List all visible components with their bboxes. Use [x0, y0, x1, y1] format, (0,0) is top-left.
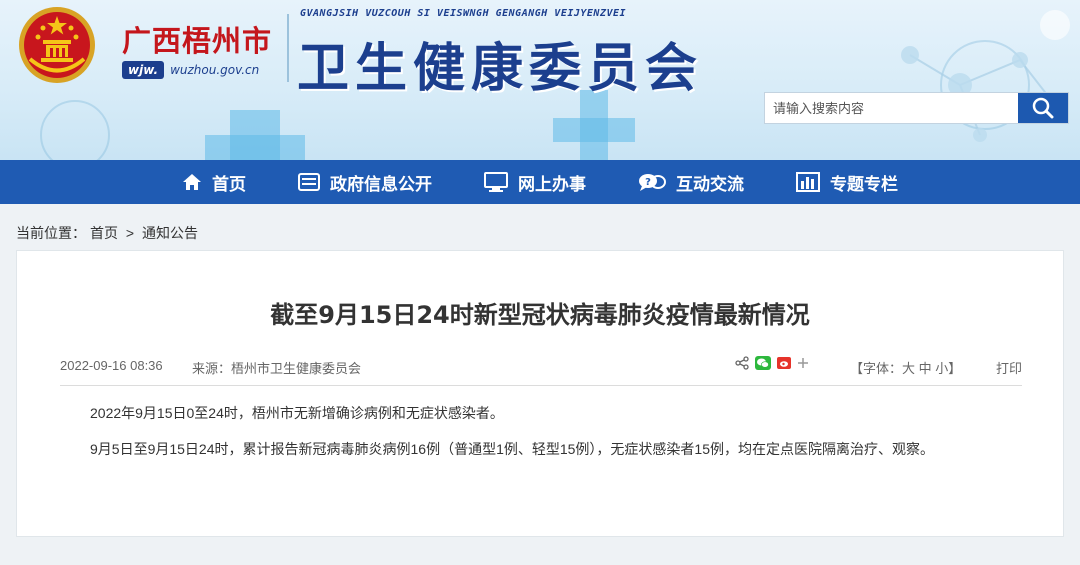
- nav-item-home[interactable]: 首页: [182, 170, 246, 195]
- font-size-switcher[interactable]: 【字体：大 中 小】: [850, 358, 961, 377]
- decor-cross: [553, 118, 635, 142]
- zhuang-org-name: GVANGJSIH VUZCOUH SI VEISWNGH GENGANGH V…: [300, 8, 627, 19]
- breadcrumb-home-link[interactable]: 首页: [90, 225, 118, 241]
- article-body: 2022年9月15日0至24时，梧州市无新增确诊病例和无症状感染者。 9月5日至…: [90, 403, 1030, 475]
- main-nav: 首页 政府信息公开 网上办事 ? 互动交流 专题专栏: [0, 160, 1080, 204]
- wechat-icon[interactable]: [755, 356, 771, 370]
- city-name: 广西梧州市: [122, 24, 273, 58]
- national-emblem-icon: [19, 7, 95, 83]
- breadcrumb-current-link[interactable]: 通知公告: [142, 225, 198, 241]
- home-icon: [183, 174, 201, 190]
- info-box-icon: [298, 173, 320, 191]
- chat-icon: ?: [639, 174, 666, 191]
- site-header: 广西梧州市 wjw. wuzhou.gov.cn GVANGJSIH VUZCO…: [0, 0, 1080, 160]
- nav-item-interaction[interactable]: ? 互动交流: [638, 170, 744, 195]
- nav-item-label: 网上办事: [518, 174, 586, 195]
- site-url-domain: wuzhou.gov.cn: [170, 63, 260, 77]
- article-meta: 2022-09-16 08:36 来源：梧州市卫生健康委员会 【字体：大 中 小…: [60, 356, 1022, 386]
- print-button[interactable]: 打印: [996, 358, 1022, 377]
- article-title: 截至9月15日24时新型冠状病毒肺炎疫情最新情况: [270, 301, 810, 329]
- monitor-icon: [484, 172, 508, 192]
- decor-cross: [205, 135, 305, 160]
- nav-item-label: 政府信息公开: [330, 174, 432, 195]
- source-name: 梧州市卫生健康委员会: [231, 361, 362, 376]
- nav-item-label: 互动交流: [676, 174, 744, 195]
- article-paragraph: 2022年9月15日0至24时，梧州市无新增确诊病例和无症状感染者。: [90, 405, 504, 421]
- share-buttons: [735, 356, 815, 370]
- org-name: 卫生健康委员会: [297, 38, 704, 99]
- molecule-decor-icon: [901, 46, 1061, 142]
- source-label: 来源：: [192, 361, 232, 376]
- decor-circle: [40, 100, 110, 160]
- nav-item-gov-info[interactable]: 政府信息公开: [298, 170, 432, 195]
- article-paragraph: 9月5日至9月15日24时，累计报告新冠病毒肺炎病例16例（普通型1例、轻型15…: [90, 441, 935, 457]
- nav-item-label: 专题专栏: [830, 174, 898, 195]
- share-icon[interactable]: [735, 356, 749, 370]
- search-icon: [1032, 97, 1054, 119]
- site-url-short: wjw.: [122, 61, 165, 79]
- search-box: [764, 92, 1069, 124]
- bar-chart-icon: [796, 172, 820, 192]
- site-url[interactable]: wjw. wuzhou.gov.cn: [122, 60, 259, 80]
- header-divider: [287, 14, 289, 82]
- publish-date: 2022-09-16 08:36: [60, 358, 163, 373]
- search-button[interactable]: [1018, 93, 1068, 123]
- nav-item-special-topics[interactable]: 专题专栏: [796, 170, 898, 195]
- weibo-icon[interactable]: [777, 357, 791, 369]
- breadcrumb-separator: >: [125, 225, 135, 241]
- nav-item-label: 首页: [212, 174, 246, 195]
- article-source: 来源：梧州市卫生健康委员会: [192, 358, 361, 377]
- breadcrumb: 当前位置： 首页 > 通知公告: [16, 223, 202, 243]
- svg-text:?: ?: [645, 177, 651, 188]
- nav-item-online-services[interactable]: 网上办事: [484, 170, 586, 195]
- article-panel: 截至9月15日24时新型冠状病毒肺炎疫情最新情况 2022-09-16 08:3…: [16, 250, 1064, 537]
- search-input[interactable]: [765, 93, 1018, 123]
- breadcrumb-prefix: 当前位置：: [16, 225, 86, 241]
- plus-icon[interactable]: [797, 357, 809, 369]
